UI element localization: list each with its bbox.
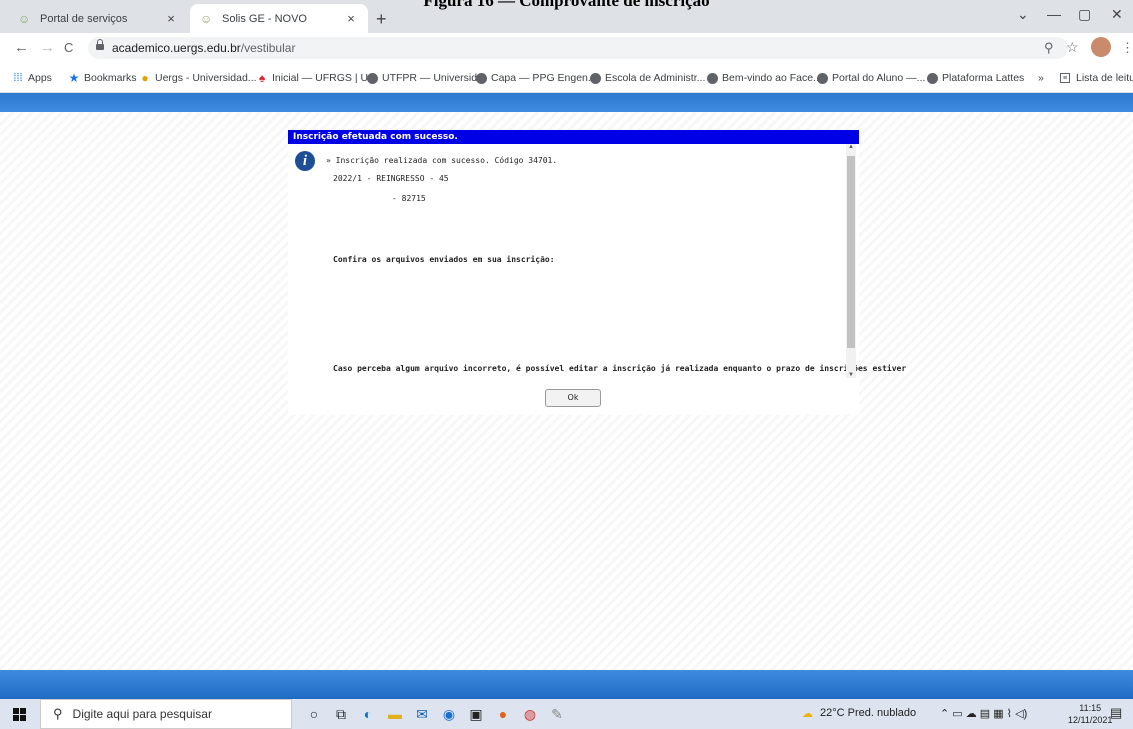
chrome-icon[interactable]: ◍ <box>521 705 539 723</box>
ufrgs-icon: ♠ <box>258 71 266 85</box>
bookmark-label: UTFPR — Universid... <box>382 72 486 84</box>
scrollbar-thumb[interactable] <box>847 156 855 348</box>
close-tab-icon[interactable]: × <box>344 11 358 26</box>
portal-favicon-icon: ☺ <box>18 11 31 26</box>
store-icon[interactable]: ▣ <box>467 705 485 723</box>
edge-icon[interactable]: ◐ <box>359 705 377 723</box>
globe-icon <box>589 72 601 84</box>
clock-date: 12/11/2021 <box>1068 715 1113 725</box>
bookmark-label: Portal do Aluno —... <box>832 72 926 84</box>
browser-toolbar: ← → C academico.uergs.edu.br/vestibular … <box>0 33 1133 63</box>
dialog-title: Inscrição efetuada com sucesso. <box>288 130 859 144</box>
ok-button[interactable]: Ok <box>545 389 601 407</box>
bookmark-label: Escola de Administr... <box>605 72 706 84</box>
success-message: » Inscrição realizada com sucesso. Códig… <box>326 156 558 165</box>
globe-icon <box>706 72 718 84</box>
globe-icon <box>475 72 487 84</box>
taskbar-search-box[interactable]: ⚲ Digite aqui para pesquisar <box>40 699 292 729</box>
mail-icon[interactable]: ✉ <box>413 705 431 723</box>
bookmark-apps[interactable]: ⁞⁞⁞ Apps <box>12 72 52 84</box>
reading-list-button[interactable]: ≡ Lista de leitura <box>1060 72 1133 84</box>
clock[interactable]: 11:15 12/11/2021 <box>1068 702 1112 726</box>
windows-taskbar: ⚲ Digite aqui para pesquisar ○ ⧉ ◐ ▬ ✉ ◉… <box>0 699 1133 729</box>
clock-time: 11:15 <box>1079 703 1102 713</box>
registration-number: - 82715 <box>392 194 426 203</box>
url-text: academico.uergs.edu.br/vestibular <box>112 41 296 55</box>
weather-icon: ☁ <box>802 708 813 720</box>
edit-note: Caso perceba algum arquivo incorreto, é … <box>333 364 907 373</box>
globe-icon <box>816 72 828 84</box>
address-bar[interactable]: academico.uergs.edu.br/vestibular <box>88 37 1068 59</box>
bookmark-label: Capa — PPG Engen... <box>491 72 597 84</box>
cortana-icon[interactable]: ○ <box>305 705 323 723</box>
bookmark-label: Uergs - Universidad... <box>155 72 257 84</box>
bookmark-ppg[interactable]: Capa — PPG Engen... <box>475 72 597 84</box>
file-explorer-icon[interactable]: ▬ <box>386 705 404 723</box>
files-heading: Confira os arquivos enviados em sua insc… <box>333 255 555 264</box>
header-band <box>0 93 1133 112</box>
reload-button[interactable]: C <box>64 40 73 55</box>
dialog-scrollbar[interactable]: ▲ ▼ <box>846 144 856 378</box>
bookmark-portal-aluno[interactable]: Portal do Aluno —... <box>816 72 925 84</box>
page-content: Inscrição efetuada com sucesso. » Inscri… <box>0 93 1133 699</box>
reading-list-icon: ≡ <box>1060 73 1070 83</box>
bookmark-label: Plataforma Lattes <box>942 72 1025 84</box>
search-placeholder: Digite aqui para pesquisar <box>72 707 212 721</box>
browser-icon[interactable]: ◉ <box>440 705 458 723</box>
start-button[interactable] <box>13 708 26 721</box>
scroll-down-icon[interactable]: ▼ <box>846 372 856 378</box>
bookmark-face[interactable]: Bem-vindo ao Face... <box>706 72 822 84</box>
footer-band <box>0 670 1133 699</box>
course-line: 2022/1 - REINGRESSO - 45 <box>333 174 449 183</box>
forward-button[interactable]: → <box>40 39 55 56</box>
bookmark-label: Bem-vindo ao Face... <box>722 72 822 84</box>
profile-avatar[interactable] <box>1091 37 1111 57</box>
weather-text[interactable]: 22°C Pred. nublado <box>820 707 916 719</box>
tab-label: Portal de serviços <box>40 12 128 25</box>
scroll-up-icon[interactable]: ▲ <box>846 144 856 150</box>
info-icon: i <box>295 151 315 171</box>
globe-icon <box>366 72 378 84</box>
figure-caption: Figura 16 — Comprovante de inscrição <box>423 0 710 10</box>
bookmark-uergs[interactable]: ● Uergs - Universidad... <box>139 71 257 85</box>
search-icon: ⚲ <box>53 706 63 721</box>
globe-icon <box>926 72 938 84</box>
bookmark-ufrgs[interactable]: ♠ Inicial — UFRGS | U... <box>256 71 377 85</box>
reading-list-label: Lista de leitura <box>1076 72 1133 84</box>
bookmarks-overflow-button[interactable]: » <box>1038 72 1044 84</box>
new-tab-button[interactable]: + <box>376 9 387 30</box>
back-button[interactable]: ← <box>14 39 29 56</box>
bookmark-lattes[interactable]: Plataforma Lattes <box>926 72 1024 84</box>
solis-favicon-icon: ☺ <box>200 11 213 26</box>
bookmark-star-icon[interactable]: ☆ <box>1066 39 1079 56</box>
bookmark-escola[interactable]: Escola de Administr... <box>589 72 705 84</box>
bookmark-utfpr[interactable]: UTFPR — Universid... <box>366 72 486 84</box>
notifications-icon[interactable]: ▤ <box>1110 705 1122 721</box>
star-icon: ★ <box>68 71 80 85</box>
tray-icons[interactable]: ⌃ ▭ ☁ ▤ ▦ ⌇ ◁) <box>940 707 1027 720</box>
paint-icon[interactable]: ✎ <box>548 705 566 723</box>
bookmark-label: Apps <box>28 72 52 84</box>
zoom-icon[interactable]: ⚲ <box>1044 40 1054 56</box>
close-tab-icon[interactable]: × <box>164 11 178 26</box>
lock-icon <box>96 39 104 51</box>
bookmark-label: Inicial — UFRGS | U... <box>272 72 377 84</box>
task-view-icon[interactable]: ⧉ <box>332 705 350 723</box>
dialog-body: » Inscrição realizada com sucesso. Códig… <box>288 144 906 378</box>
windows-logo-icon <box>13 708 19 714</box>
bookmark-bookmarks[interactable]: ★ Bookmarks <box>68 71 137 85</box>
bookmark-label: Bookmarks <box>84 72 137 84</box>
menu-icon[interactable]: ⋮ <box>1121 40 1133 56</box>
success-dialog: Inscrição efetuada com sucesso. » Inscri… <box>288 130 906 415</box>
tab-label: Solis GE - NOVO <box>222 12 307 25</box>
bookmarks-bar: ⁞⁞⁞ Apps ★ Bookmarks ● Uergs - Universid… <box>0 63 1133 93</box>
firefox-icon[interactable]: ● <box>494 705 512 723</box>
apps-grid-icon: ⁞⁞⁞ <box>13 72 23 84</box>
uergs-icon: ● <box>141 71 149 85</box>
